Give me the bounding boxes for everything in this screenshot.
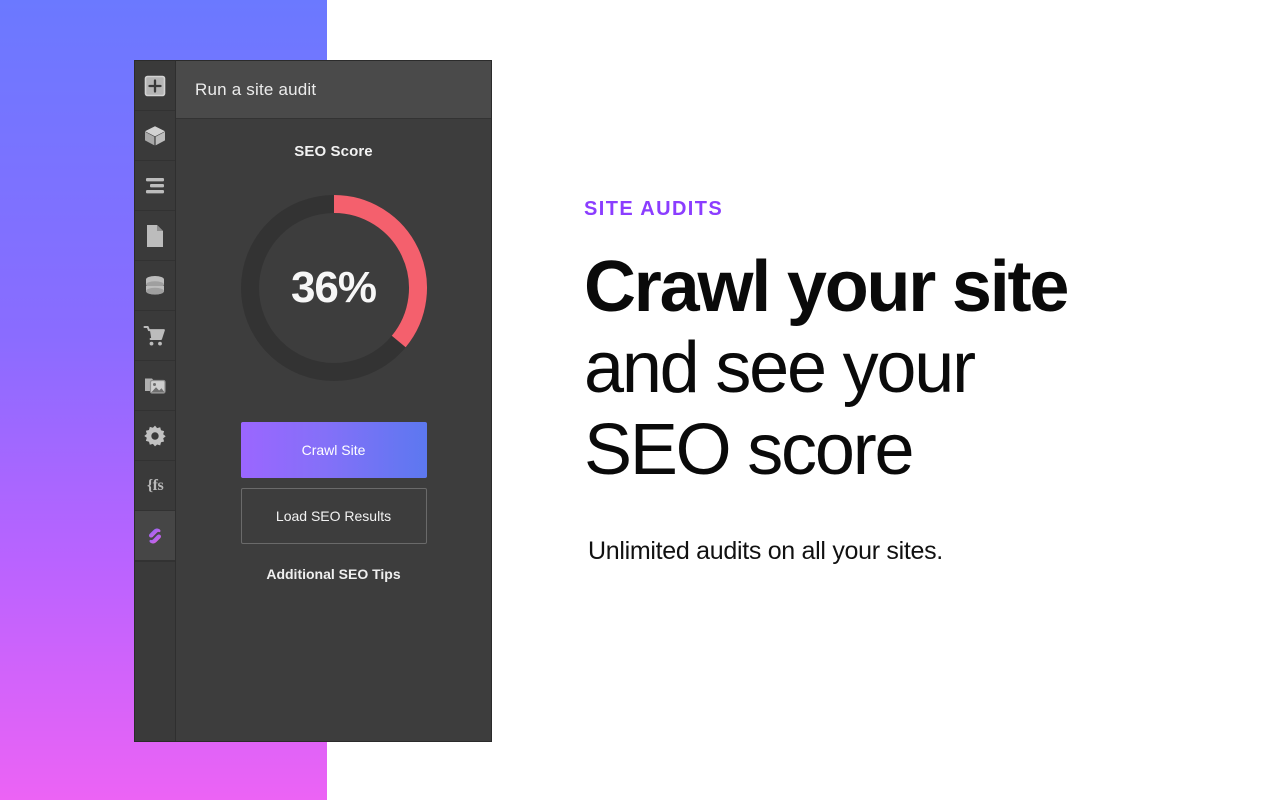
crawl-site-button[interactable]: Crawl Site bbox=[240, 422, 427, 478]
eyebrow-label: SITE AUDITS bbox=[584, 198, 724, 220]
page-root: {fs Run a site audit SEO Score 36% Crawl… bbox=[0, 0, 1280, 800]
load-seo-results-button[interactable]: Load SEO Results bbox=[240, 488, 427, 544]
subcopy-text: Unlimited audits on all your sites. bbox=[588, 537, 943, 566]
audit-panel: Run a site audit SEO Score 36% Crawl Sit… bbox=[176, 61, 491, 741]
sidebar-item-layout[interactable] bbox=[135, 161, 175, 211]
image-icon bbox=[143, 375, 167, 397]
sidebar-item-pages[interactable] bbox=[135, 211, 175, 261]
marketing-copy: SITE AUDITS Crawl your site and see your… bbox=[584, 198, 1224, 566]
app-window: {fs Run a site audit SEO Score 36% Crawl… bbox=[135, 61, 491, 741]
panel-header: Run a site audit bbox=[176, 61, 491, 119]
seo-score-label: SEO Score bbox=[294, 143, 373, 160]
sidebar-item-media[interactable] bbox=[135, 361, 175, 411]
panel-body: SEO Score 36% Crawl Site Load SEO Result… bbox=[176, 119, 491, 741]
cart-icon bbox=[143, 325, 167, 347]
headline-line-2: and see your bbox=[584, 328, 976, 409]
page-title: Crawl your site and see your SEO score bbox=[584, 247, 1224, 491]
additional-seo-tips-link[interactable]: Additional SEO Tips bbox=[241, 566, 427, 582]
sidebar-item-add[interactable] bbox=[135, 61, 175, 111]
sidebar-empty-space bbox=[135, 561, 175, 741]
seo-score-gauge: 36% bbox=[234, 188, 434, 388]
seo-logo-icon bbox=[143, 524, 167, 548]
headline-line-1: Crawl your site bbox=[584, 247, 1069, 327]
database-icon bbox=[143, 275, 167, 297]
plus-box-icon bbox=[144, 75, 166, 97]
panel-actions: Crawl Site Load SEO Results Additional S… bbox=[240, 422, 427, 582]
cube-icon bbox=[143, 124, 167, 148]
panel-title: Run a site audit bbox=[195, 79, 317, 99]
sidebar-item-ecommerce[interactable] bbox=[135, 311, 175, 361]
sidebar-item-seo[interactable] bbox=[135, 511, 175, 561]
list-lines-icon bbox=[143, 177, 167, 195]
sidebar-item-fs-code[interactable]: {fs bbox=[135, 461, 175, 511]
headline-line-3: SEO score bbox=[584, 409, 915, 490]
document-icon bbox=[145, 224, 165, 248]
gear-icon bbox=[143, 424, 167, 448]
sidebar-item-database[interactable] bbox=[135, 261, 175, 311]
sidebar-item-components[interactable] bbox=[135, 111, 175, 161]
sidebar: {fs bbox=[135, 61, 176, 741]
sidebar-item-settings[interactable] bbox=[135, 411, 175, 461]
seo-score-value: 36% bbox=[290, 263, 377, 312]
fs-code-icon: {fs bbox=[146, 476, 164, 494]
